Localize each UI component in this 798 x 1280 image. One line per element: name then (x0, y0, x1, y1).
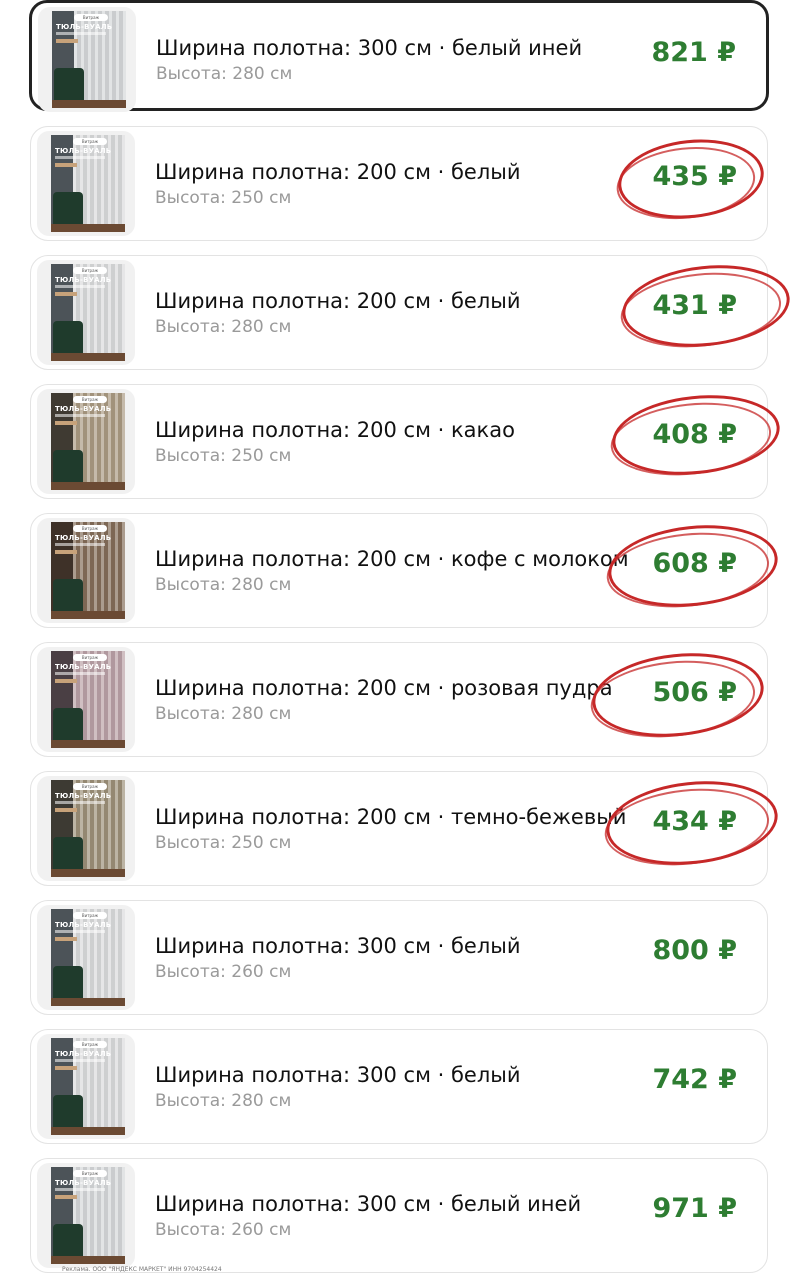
variant-title: Ширина полотна: 300 см · белый иней (155, 1192, 582, 1216)
variant-height: Высота: 280 см (155, 704, 292, 724)
variant-card[interactable]: Витраж ТЮЛЬ-ВУАЛЬ Ширина полотна: 200 см… (30, 513, 768, 628)
variant-title: Ширина полотна: 200 см · розовая пудра (155, 676, 613, 700)
variant-title: Ширина полотна: 300 см · белый (155, 1063, 521, 1087)
variant-card[interactable]: Витраж ТЮЛЬ-ВУАЛЬ Ширина полотна: 200 см… (30, 126, 768, 241)
curtain-photo: Витраж ТЮЛЬ-ВУАЛЬ (51, 1167, 125, 1264)
brand-logo: Витраж (73, 138, 107, 145)
brand-logo: Витраж (73, 654, 107, 661)
variant-price: 408 ₽ (652, 419, 737, 450)
package-title: ТЮЛЬ-ВУАЛЬ (55, 534, 112, 542)
curtain-photo: Витраж ТЮЛЬ-ВУАЛЬ (51, 780, 125, 877)
curtain-photo: Витраж ТЮЛЬ-ВУАЛЬ (51, 393, 125, 490)
product-thumbnail: Витраж ТЮЛЬ-ВУАЛЬ (38, 7, 136, 112)
variant-title: Ширина полотна: 200 см · белый (155, 160, 521, 184)
package-title: ТЮЛЬ-ВУАЛЬ (55, 792, 112, 800)
package-title: ТЮЛЬ-ВУАЛЬ (55, 147, 112, 155)
package-title: ТЮЛЬ-ВУАЛЬ (55, 921, 112, 929)
product-thumbnail: Витраж ТЮЛЬ-ВУАЛЬ (37, 776, 135, 881)
variant-price: 971 ₽ (652, 1193, 737, 1224)
variant-height: Высота: 280 см (156, 64, 293, 84)
package-title: ТЮЛЬ-ВУАЛЬ (55, 276, 112, 284)
variant-height: Высота: 260 см (155, 962, 292, 982)
variant-price: 821 ₽ (651, 37, 736, 68)
brand-logo: Витраж (74, 14, 108, 21)
product-thumbnail: Витраж ТЮЛЬ-ВУАЛЬ (37, 1163, 135, 1268)
product-thumbnail: Витраж ТЮЛЬ-ВУАЛЬ (37, 905, 135, 1010)
variant-title: Ширина полотна: 200 см · какао (155, 418, 515, 442)
package-title: ТЮЛЬ-ВУАЛЬ (55, 1050, 112, 1058)
variant-price: 608 ₽ (652, 548, 737, 579)
brand-logo: Витраж (73, 1170, 107, 1177)
variant-card[interactable]: Витраж ТЮЛЬ-ВУАЛЬ Ширина полотна: 200 см… (30, 771, 768, 886)
variant-title: Ширина полотна: 200 см · белый (155, 289, 521, 313)
product-thumbnail: Витраж ТЮЛЬ-ВУАЛЬ (37, 518, 135, 623)
package-title: ТЮЛЬ-ВУАЛЬ (55, 663, 112, 671)
curtain-photo: Витраж ТЮЛЬ-ВУАЛЬ (52, 11, 126, 108)
variant-title: Ширина полотна: 300 см · белый (155, 934, 521, 958)
variant-height: Высота: 260 см (155, 1220, 292, 1240)
brand-logo: Витраж (73, 1041, 107, 1048)
variant-card[interactable]: Витраж ТЮЛЬ-ВУАЛЬ Ширина полотна: 300 см… (30, 1029, 768, 1144)
variant-height: Высота: 280 см (155, 575, 292, 595)
brand-logo: Витраж (73, 267, 107, 274)
variant-price: 435 ₽ (652, 161, 737, 192)
package-title: ТЮЛЬ-ВУАЛЬ (55, 1179, 112, 1187)
brand-logo: Витраж (73, 912, 107, 919)
variant-title: Ширина полотна: 200 см · темно-бежевый (155, 805, 627, 829)
curtain-photo: Витраж ТЮЛЬ-ВУАЛЬ (51, 264, 125, 361)
product-thumbnail: Витраж ТЮЛЬ-ВУАЛЬ (37, 260, 135, 365)
curtain-photo: Витраж ТЮЛЬ-ВУАЛЬ (51, 651, 125, 748)
variant-height: Высота: 250 см (155, 833, 292, 853)
variant-height: Высота: 250 см (155, 446, 292, 466)
variant-title: Ширина полотна: 300 см · белый иней (156, 36, 583, 60)
product-thumbnail: Витраж ТЮЛЬ-ВУАЛЬ (37, 389, 135, 494)
curtain-photo: Витраж ТЮЛЬ-ВУАЛЬ (51, 135, 125, 232)
package-title: ТЮЛЬ-ВУАЛЬ (56, 23, 113, 31)
curtain-photo: Витраж ТЮЛЬ-ВУАЛЬ (51, 1038, 125, 1135)
variant-card[interactable]: Витраж ТЮЛЬ-ВУАЛЬ Ширина полотна: 200 см… (30, 384, 768, 499)
variant-price: 800 ₽ (652, 935, 737, 966)
variant-height: Высота: 250 см (155, 188, 292, 208)
variant-height: Высота: 280 см (155, 1091, 292, 1111)
variant-title: Ширина полотна: 200 см · кофе с молоком (155, 547, 629, 571)
variant-card[interactable]: Витраж ТЮЛЬ-ВУАЛЬ Ширина полотна: 300 см… (30, 1158, 768, 1273)
curtain-photo: Витраж ТЮЛЬ-ВУАЛЬ (51, 909, 125, 1006)
variant-card[interactable]: Витраж ТЮЛЬ-ВУАЛЬ Ширина полотна: 300 см… (29, 0, 769, 112)
variant-card[interactable]: Витраж ТЮЛЬ-ВУАЛЬ Ширина полотна: 200 см… (30, 642, 768, 757)
package-title: ТЮЛЬ-ВУАЛЬ (55, 405, 112, 413)
variant-price: 434 ₽ (652, 806, 737, 837)
brand-logo: Витраж (73, 525, 107, 532)
brand-logo: Витраж (73, 396, 107, 403)
ad-disclaimer: Реклама. ООО "ЯНДЕКС МАРКЕТ" ИНН 9704254… (62, 1266, 222, 1273)
product-thumbnail: Витраж ТЮЛЬ-ВУАЛЬ (37, 1034, 135, 1139)
brand-logo: Витраж (73, 783, 107, 790)
product-thumbnail: Витраж ТЮЛЬ-ВУАЛЬ (37, 647, 135, 752)
variant-price: 742 ₽ (652, 1064, 737, 1095)
product-thumbnail: Витраж ТЮЛЬ-ВУАЛЬ (37, 131, 135, 236)
curtain-photo: Витраж ТЮЛЬ-ВУАЛЬ (51, 522, 125, 619)
variant-height: Высота: 280 см (155, 317, 292, 337)
variant-card[interactable]: Витраж ТЮЛЬ-ВУАЛЬ Ширина полотна: 200 см… (30, 255, 768, 370)
variant-price: 506 ₽ (652, 677, 737, 708)
variant-price: 431 ₽ (652, 290, 737, 321)
variant-card[interactable]: Витраж ТЮЛЬ-ВУАЛЬ Ширина полотна: 300 см… (30, 900, 768, 1015)
